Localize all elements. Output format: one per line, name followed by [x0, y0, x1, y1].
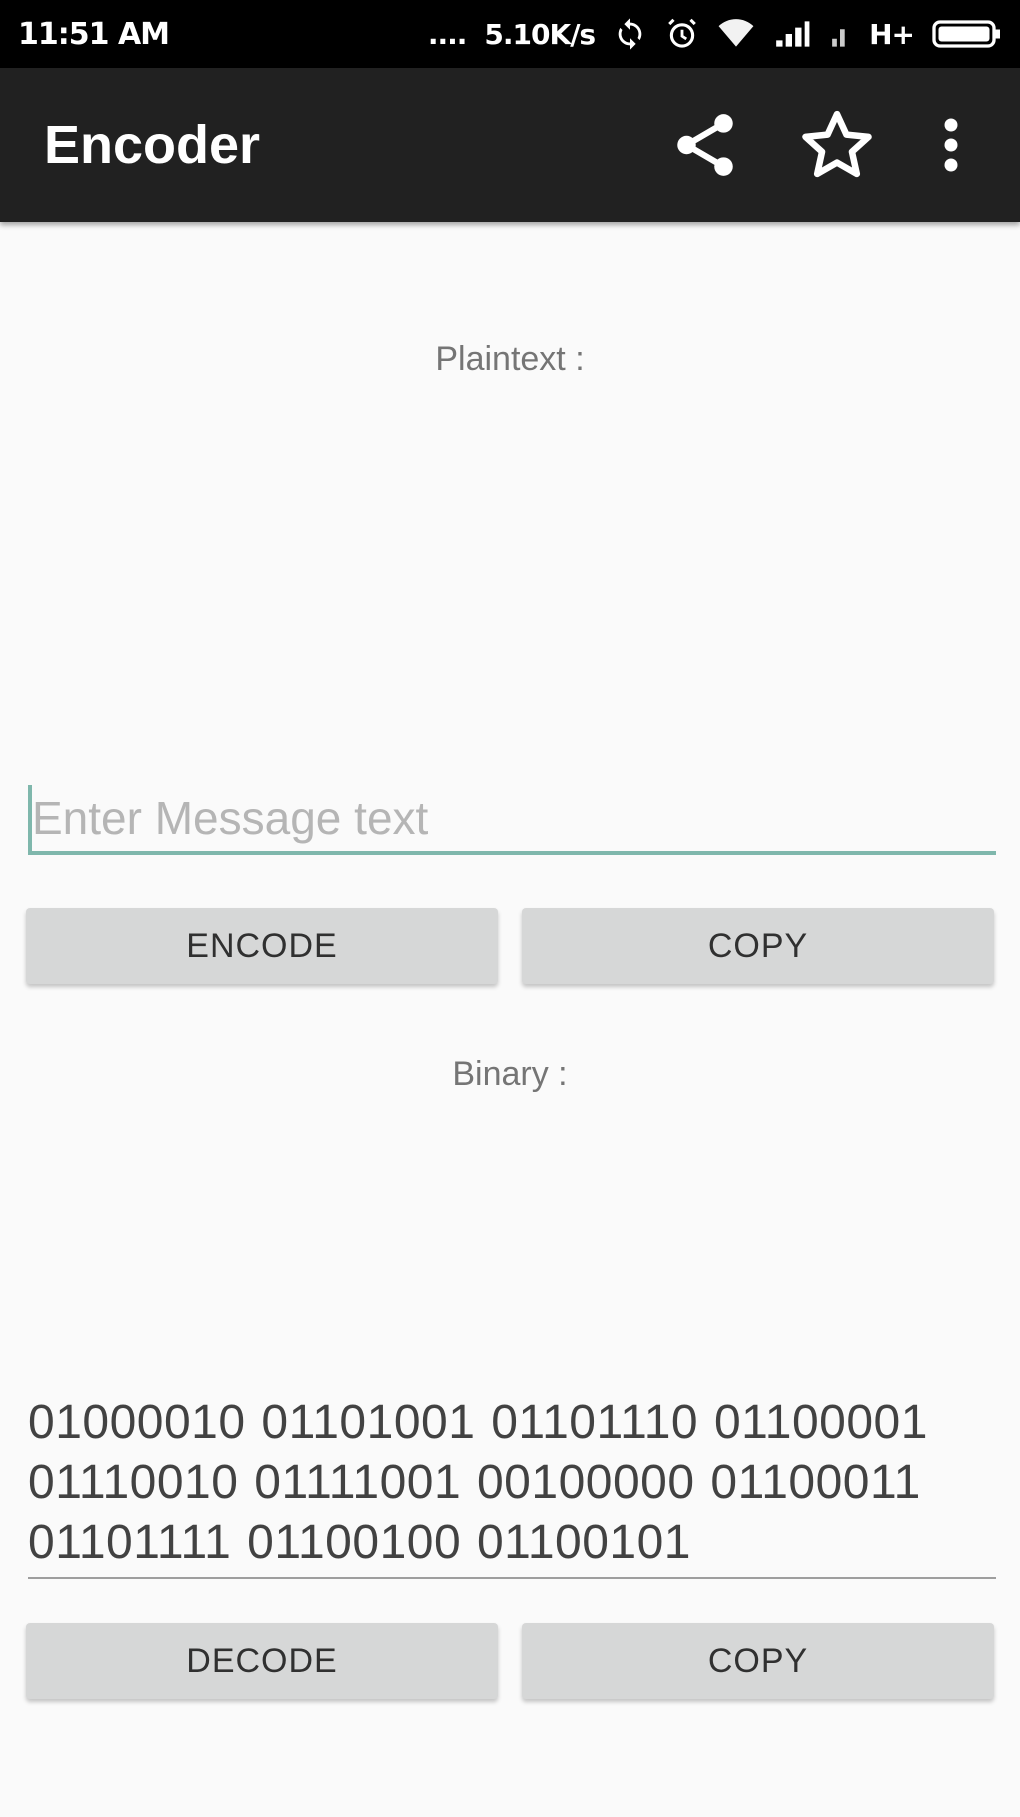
hplus-icon: H+ — [869, 17, 915, 51]
status-time: 11:51 AM — [18, 16, 170, 52]
network-speed: 5.10K/s — [484, 17, 596, 51]
status-bar: 11:51 AM .... 5.10K/s H+ — [0, 0, 1020, 68]
decode-button[interactable]: DECODE — [26, 1623, 498, 1699]
copy-plaintext-button[interactable]: COPY — [522, 908, 994, 984]
plaintext-label: Plaintext : — [435, 340, 585, 378]
star-icon — [802, 110, 872, 178]
battery-icon — [932, 19, 1002, 49]
app-toolbar: Encoder — [0, 68, 1020, 222]
app-title: Encoder — [44, 115, 261, 175]
overflow-menu-button[interactable] — [896, 90, 1006, 200]
status-dots: .... — [427, 17, 468, 51]
message-input[interactable] — [28, 785, 996, 855]
status-icons: .... 5.10K/s H+ — [428, 17, 1002, 51]
overflow-menu-icon — [944, 118, 958, 172]
alarm-icon — [665, 17, 699, 51]
wifi-icon — [717, 17, 755, 51]
share-button[interactable] — [650, 90, 760, 200]
share-icon — [677, 114, 733, 176]
binary-output-field[interactable]: 01000010 01101001 01101110 01100001 0111… — [28, 1393, 996, 1579]
signal-icon-secondary — [829, 18, 851, 50]
favorite-button[interactable] — [782, 90, 892, 200]
binary-label: Binary : — [452, 1055, 568, 1093]
copy-binary-button[interactable]: COPY — [522, 1623, 994, 1699]
encode-button[interactable]: ENCODE — [26, 908, 498, 984]
sync-icon — [613, 17, 647, 51]
signal-icon — [773, 18, 811, 50]
